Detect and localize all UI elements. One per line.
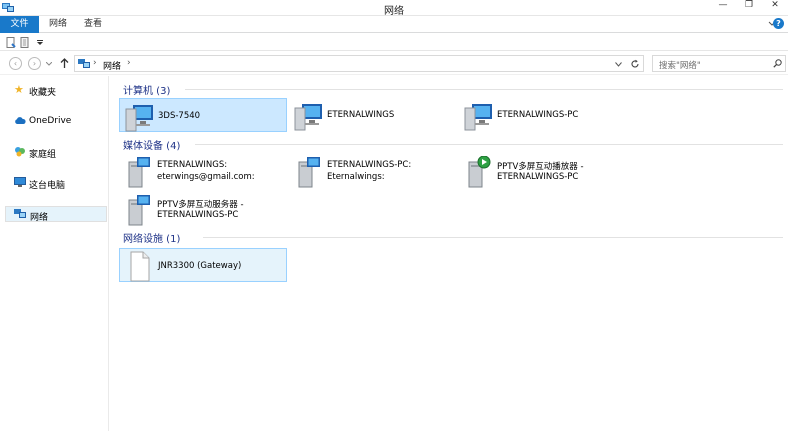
media-server-icon <box>128 157 150 188</box>
navigation-bar: ‹ › › 网络 › 搜索"网络" <box>0 52 788 75</box>
search-input[interactable]: 搜索"网络" <box>652 55 786 72</box>
breadcrumb-chevron-icon[interactable]: › <box>127 58 131 68</box>
computer-item[interactable]: ETERNALWINGS-PC <box>459 98 627 132</box>
document-icon <box>130 251 150 282</box>
group-divider <box>185 89 783 90</box>
close-button[interactable]: ✕ <box>762 0 788 15</box>
title-bar: 网络 — ❐ ✕ <box>0 0 788 17</box>
network-icon <box>14 209 26 218</box>
content-pane: 计算机 (3) 3DS-7540 ETERNALWINGS ETERNALWIN… <box>110 76 788 431</box>
item-label: PPTV多屏互动服务器 - <box>157 200 244 210</box>
item-sublabel: ETERNALWINGS-PC <box>157 210 239 220</box>
address-dropdown-icon[interactable] <box>615 62 622 67</box>
media-device-item[interactable]: ETERNALWINGS-PC: Eternalwings: <box>289 155 457 189</box>
star-icon: ★ <box>14 83 24 96</box>
breadcrumb-separator-icon[interactable]: › <box>93 58 97 68</box>
back-button[interactable]: ‹ <box>9 57 22 70</box>
group-header-label: 网络设施 (1) <box>123 234 181 245</box>
tab-network[interactable]: 网络 <box>42 16 74 33</box>
nav-item-onedrive[interactable]: OneDrive <box>5 113 107 129</box>
item-sublabel: Eternalwings: <box>327 172 385 182</box>
breadcrumb[interactable]: 网络 <box>103 59 121 72</box>
media-server-icon <box>128 195 150 226</box>
item-sublabel: eterwings@gmail.com: <box>157 172 255 182</box>
refresh-icon[interactable] <box>630 59 640 69</box>
ribbon-tabs: 文件 网络 查看 ? <box>0 16 788 33</box>
nav-item-this-pc[interactable]: 这台电脑 <box>5 175 107 191</box>
recent-locations-icon[interactable] <box>46 62 52 66</box>
item-label: ETERNALWINGS <box>327 110 395 120</box>
nav-item-label: 收藏夹 <box>29 88 57 98</box>
nav-item-label: OneDrive <box>29 116 72 126</box>
item-label: ETERNALWINGS-PC <box>497 110 579 120</box>
nav-item-network[interactable]: 网络 <box>5 206 107 223</box>
navigation-pane: ★ 收藏夹 OneDrive 家庭组 这台电脑 网络 <box>0 76 109 431</box>
item-label: JNR3300 (Gateway) <box>158 261 242 271</box>
nav-item-label: 网络 <box>30 213 49 223</box>
search-placeholder: 搜索"网络" <box>659 61 701 71</box>
new-folder-icon[interactable] <box>20 37 30 48</box>
quick-access-toolbar <box>0 33 788 51</box>
computer-icon <box>464 104 492 131</box>
tab-file[interactable]: 文件 <box>0 16 39 33</box>
help-icon[interactable]: ? <box>773 18 784 29</box>
media-device-item[interactable]: ETERNALWINGS: eterwings@gmail.com: <box>119 155 287 189</box>
up-arrow-icon[interactable] <box>60 58 69 69</box>
media-player-icon <box>468 156 491 188</box>
computer-icon <box>14 177 26 187</box>
media-device-item[interactable]: PPTV多屏互动播放器 - ETERNALWINGS-PC <box>459 155 627 189</box>
nav-item-label: 这台电脑 <box>29 181 66 191</box>
minimize-button[interactable]: — <box>710 0 736 15</box>
tab-view[interactable]: 查看 <box>77 16 109 33</box>
customize-toolbar-icon[interactable] <box>37 40 43 45</box>
cloud-icon <box>15 117 26 124</box>
address-bar[interactable]: › 网络 › <box>74 55 644 72</box>
forward-button[interactable]: › <box>28 57 41 70</box>
computer-icon <box>294 104 322 131</box>
restore-button[interactable]: ❐ <box>736 0 762 15</box>
media-server-icon <box>298 157 320 188</box>
window-title: 网络 <box>384 6 404 17</box>
group-header-computers[interactable]: 计算机 (3) <box>123 82 783 97</box>
group-header-media[interactable]: 媒体设备 (4) <box>123 137 783 152</box>
item-sublabel: ETERNALWINGS-PC <box>497 172 579 182</box>
nav-item-homegroup[interactable]: 家庭组 <box>5 144 107 160</box>
search-icon[interactable] <box>773 59 782 68</box>
computer-item[interactable]: 3DS-7540 <box>119 98 287 132</box>
computer-icon <box>125 105 153 132</box>
item-label: PPTV多屏互动播放器 - <box>497 162 584 172</box>
status-bar <box>0 427 788 431</box>
item-label: ETERNALWINGS: <box>157 160 228 170</box>
item-label: 3DS-7540 <box>158 111 201 121</box>
network-infrastructure-item[interactable]: JNR3300 (Gateway) <box>119 248 287 282</box>
group-divider <box>203 237 783 238</box>
item-label: ETERNALWINGS-PC: <box>327 160 412 170</box>
properties-icon[interactable] <box>6 37 16 48</box>
nav-item-favorites[interactable]: ★ 收藏夹 <box>5 82 107 98</box>
media-device-item[interactable]: PPTV多屏互动服务器 - ETERNALWINGS-PC <box>119 193 287 227</box>
nav-item-label: 家庭组 <box>29 150 57 160</box>
homegroup-icon <box>15 147 25 157</box>
network-location-icon <box>78 59 90 68</box>
computer-item[interactable]: ETERNALWINGS <box>289 98 457 132</box>
group-header-label: 媒体设备 (4) <box>123 141 181 152</box>
group-divider <box>195 144 783 145</box>
group-header-infrastructure[interactable]: 网络设施 (1) <box>123 230 783 245</box>
group-header-label: 计算机 (3) <box>123 86 171 97</box>
explorer-window: 网络 — ❐ ✕ 文件 网络 查看 ? ‹ › › 网络 › 搜索"网络" ★ … <box>0 0 788 431</box>
